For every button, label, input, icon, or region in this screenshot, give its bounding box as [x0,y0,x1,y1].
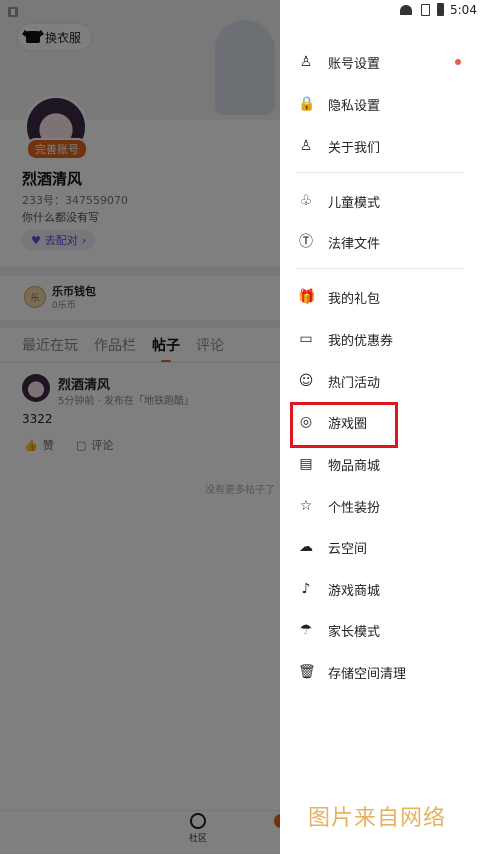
gift-icon: 🎁 [298,289,316,305]
highlight-box [290,402,398,448]
trash-icon: 🗑 [298,664,316,680]
menu-item-label: 儿童模式 [328,195,381,211]
watermark-text: 图片来自网络 [308,806,447,831]
menu-divider [297,268,463,269]
sim-icon [421,4,430,16]
smile-icon: ☺ [298,373,314,389]
menu-item-12[interactable]: ♪ 游戏商城 [280,569,480,609]
star-icon: ☆ [299,498,313,514]
info-person-icon: ♙ [299,138,313,154]
menu-item-10[interactable]: ☆ 个性装扮 [280,486,480,526]
wifi-icon [400,5,412,15]
menu-item-label: 我的礼包 [328,291,381,307]
menu-item-label: 云空间 [328,541,368,557]
sprout-icon: ♧ [299,193,313,209]
notification-dot [455,59,461,65]
menu-item-label: 存储空间清理 [328,666,407,682]
status-bar: 5:04 [280,0,480,22]
menu-item-14[interactable]: 🗑 存储空间清理 [280,652,480,692]
menu-item-6[interactable]: ▭ 我的优惠券 [280,319,480,359]
menu-item-0[interactable]: ♙ 账号设置 [280,42,480,82]
menu-item-label: 热门活动 [328,375,381,391]
menu-item-label: 账号设置 [328,56,381,72]
menu-item-13[interactable]: ☂ 家长模式 [280,610,480,650]
menu-item-label: 隐私设置 [328,98,381,114]
menu-item-label: 我的优惠券 [328,333,394,349]
shop-icon: ▤ [299,456,313,472]
menu-item-9[interactable]: ▤ 物品商城 [280,444,480,484]
cloud-icon: ☁ [299,539,313,555]
menu-item-label: 游戏商城 [328,583,381,599]
menu-item-2[interactable]: ♙ 关于我们 [280,126,480,166]
menu-item-5[interactable]: 🎁 我的礼包 [280,277,480,317]
menu-item-label: 法律文件 [328,236,381,252]
menu-item-1[interactable]: 🔒 隐私设置 [280,84,480,124]
status-time: 5:04 [450,3,477,17]
menu-item-3[interactable]: ♧ 儿童模式 [280,181,480,221]
coupon-icon: ▭ [299,331,313,347]
menu-item-label: 家长模式 [328,624,381,640]
battery-icon [437,3,444,16]
document-icon: Ⓣ [299,234,313,250]
umbrella-icon: ☂ [299,622,313,638]
menu-item-label: 关于我们 [328,140,381,156]
menu-item-label: 个性装扮 [328,500,381,516]
menu-item-11[interactable]: ☁ 云空间 [280,527,480,567]
music-note-icon: ♪ [301,581,311,597]
person-icon: ♙ [299,54,313,70]
menu-item-label: 物品商城 [328,458,381,474]
lock-icon: 🔒 [298,96,316,112]
menu-divider [297,172,463,173]
menu-item-7[interactable]: ☺ 热门活动 [280,361,480,401]
menu-item-4[interactable]: Ⓣ 法律文件 [280,222,480,262]
